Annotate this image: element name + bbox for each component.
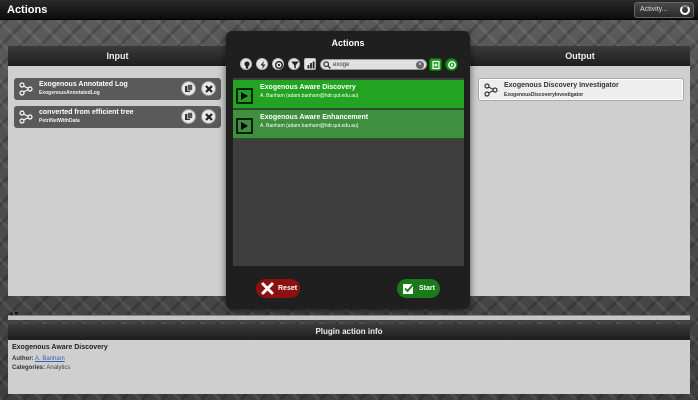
action-author: A. Banham (adam.banham@hdr.qut.edu.au) (260, 93, 359, 99)
output-panel-title: Output (470, 46, 690, 66)
remove-button[interactable] (201, 109, 216, 124)
plugin-categories-row: Categories: Analytics (12, 365, 70, 371)
lightning-icon (260, 60, 266, 70)
search-icon (323, 61, 331, 69)
categories-label: Categories: (12, 365, 46, 371)
action-name: Exogenous Aware Enhancement (260, 114, 369, 121)
play-icon (236, 118, 253, 134)
chart-button[interactable] (304, 58, 316, 70)
copy-button[interactable] (181, 81, 196, 96)
categories-value: Analytics (46, 365, 71, 371)
input-panel-title: Input (8, 46, 227, 66)
top-bar: Actions Activity... (0, 0, 698, 20)
filter-icon (291, 61, 299, 69)
plugin-info-panel: Plugin action info Exogenous Aware Disco… (8, 324, 690, 394)
start-label: Start (419, 285, 435, 292)
filter-button[interactable] (288, 58, 300, 70)
output-item[interactable]: Exogenous Discovery Investigator Exogeno… (478, 78, 684, 101)
actions-list: Exogenous Aware Discovery A. Banham (ada… (233, 78, 464, 266)
petri-net-icon (484, 83, 498, 97)
activity-label: Activity... (640, 6, 668, 13)
refresh-button[interactable] (445, 58, 458, 71)
panel-divider[interactable] (8, 315, 690, 320)
author-label: Author: (12, 356, 34, 362)
start-button[interactable]: Start (397, 279, 440, 298)
input-item-name: Exogenous Annotated Log (39, 81, 128, 88)
app-title: Actions (7, 4, 48, 16)
author-link[interactable]: A. Banham (35, 356, 65, 362)
copy-icon (185, 84, 193, 92)
action-name: Exogenous Aware Discovery (260, 84, 356, 91)
output-item-name: Exogenous Discovery Investigator (504, 82, 619, 89)
actions-dialog-title: Actions (331, 38, 365, 48)
input-item-name: converted from efficient tree (39, 109, 134, 116)
remove-icon (205, 113, 213, 121)
plugin-info-header: Plugin action info (8, 324, 690, 340)
plugin-icon (275, 61, 283, 69)
import-button[interactable] (429, 58, 442, 71)
input-item[interactable]: converted from efficient tree PetriNetWi… (14, 106, 221, 128)
plugin-button[interactable] (272, 58, 284, 70)
input-item[interactable]: Exogenous Annotated Log ExogenousAnnotat… (14, 78, 221, 100)
import-icon (432, 60, 440, 70)
checkbox-icon (403, 283, 415, 294)
action-item[interactable]: Exogenous Aware Enhancement A. Banham (a… (233, 110, 464, 139)
action-author: A. Banham (adam.banham@hdr.qut.edu.au) (260, 123, 359, 129)
action-search-input[interactable] (333, 61, 413, 69)
reset-label: Reset (278, 285, 298, 292)
input-item-type: PetriNetWithData (39, 118, 80, 124)
refresh-icon (448, 61, 456, 69)
input-item-type: ExogenousAnnotatedLog (39, 90, 100, 96)
reset-button[interactable]: Reset (256, 279, 300, 298)
chart-icon (307, 61, 315, 69)
petri-net-icon (19, 110, 33, 124)
lightbulb-icon (244, 61, 250, 69)
action-item[interactable]: Exogenous Aware Discovery A. Banham (ada… (233, 80, 464, 109)
output-item-type: ExogenousDiscoveryInvestigator (504, 92, 584, 98)
plugin-info-title: Exogenous Aware Discovery (12, 344, 108, 351)
remove-icon (205, 85, 213, 93)
clear-search-icon[interactable]: × (416, 61, 424, 69)
plugin-author-row: Author: A. Banham (12, 356, 65, 362)
petri-net-icon (19, 82, 33, 96)
lightbulb-button[interactable] (240, 58, 252, 70)
reset-x-icon (261, 282, 274, 295)
lightning-button[interactable] (256, 58, 268, 70)
remove-button[interactable] (201, 81, 216, 96)
activity-spinner-icon (680, 5, 690, 15)
activity-button[interactable]: Activity... (634, 2, 694, 18)
copy-button[interactable] (181, 109, 196, 124)
copy-icon (185, 112, 193, 120)
action-search-box[interactable]: × (320, 59, 427, 70)
play-icon (236, 88, 253, 104)
